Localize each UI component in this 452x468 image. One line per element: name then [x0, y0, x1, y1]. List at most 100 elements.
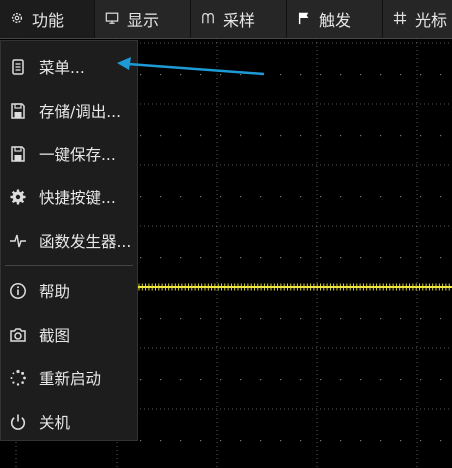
grid-dot: [180, 440, 182, 442]
grid-dot: [300, 379, 302, 381]
grid-dot: [220, 135, 222, 137]
grid-dot: [300, 440, 302, 442]
gear-icon: [10, 10, 24, 29]
grid-dot: [360, 440, 362, 442]
grid-dot: [260, 196, 262, 198]
grid-dot: [160, 379, 162, 381]
grid-dot: [280, 196, 282, 198]
grid-dot: [360, 135, 362, 137]
toolbar-sampling-button[interactable]: 采样: [191, 0, 287, 38]
grid-dot: [300, 196, 302, 198]
menu-item-label: 一键保存...: [39, 146, 116, 164]
waveform-icon: [9, 232, 27, 250]
toolbar-trigger-button[interactable]: 触发: [287, 0, 383, 38]
grid-dot: [260, 318, 262, 320]
grid-dot: [260, 257, 262, 259]
grid-dot: [160, 440, 162, 442]
camera-icon: [9, 326, 27, 344]
grid-dot: [380, 74, 382, 76]
cog-icon: [9, 188, 27, 206]
toolbar-cursor-button[interactable]: 光标: [383, 0, 452, 38]
grid-dot: [140, 379, 142, 381]
crosshair-grid-icon: [393, 10, 407, 29]
grid-dot: [440, 318, 442, 320]
grid-dot: [140, 440, 142, 442]
toolbar-cursor-label: 光标: [415, 11, 448, 30]
menu-item-save-load[interactable]: 存储/调出...: [1, 91, 137, 131]
grid-dot: [280, 379, 282, 381]
toolbar-function-button[interactable]: 功能: [0, 0, 95, 38]
grid-dot: [380, 257, 382, 259]
grid-dot: [180, 135, 182, 137]
grid-dot: [320, 135, 322, 137]
menu-item-restart[interactable]: 重新启动: [1, 358, 137, 398]
grid-dot: [420, 135, 422, 137]
grid-dot: [160, 74, 162, 76]
document-icon: [9, 58, 27, 76]
info-icon: [9, 282, 27, 300]
toolbar-sampling-label: 采样: [223, 11, 256, 30]
grid-dot: [360, 318, 362, 320]
menu-item-menu[interactable]: 菜单...: [1, 47, 137, 87]
grid-dot: [320, 318, 322, 320]
grid-dot: [200, 196, 202, 198]
menu-item-power-off[interactable]: 关机: [1, 402, 137, 442]
grid-dot: [260, 74, 262, 76]
menu-item-label: 关机: [39, 414, 71, 432]
grid-dot: [440, 379, 442, 381]
grid-dot: [180, 196, 182, 198]
grid-dot: [160, 196, 162, 198]
grid-dot: [320, 74, 322, 76]
grid-dot: [420, 196, 422, 198]
grid-dot: [280, 135, 282, 137]
grid-dot: [200, 74, 202, 76]
grid-dot: [280, 318, 282, 320]
menu-item-function-generator[interactable]: 函数发生器...: [1, 221, 137, 261]
grid-dot: [400, 196, 402, 198]
sampling-icon: [201, 10, 215, 29]
grid-dot: [400, 379, 402, 381]
grid-dot: [220, 196, 222, 198]
menu-separator: [5, 265, 133, 266]
toolbar-display-button[interactable]: 显示: [95, 0, 191, 38]
grid-dot: [160, 257, 162, 259]
grid-dot: [320, 257, 322, 259]
grid-dot: [380, 440, 382, 442]
menu-item-quick-save[interactable]: 一键保存...: [1, 134, 137, 174]
grid-dot: [160, 135, 162, 137]
save-load-icon: [9, 102, 27, 120]
grid-dot: [380, 318, 382, 320]
grid-dot: [140, 196, 142, 198]
menu-item-screenshot[interactable]: 截图: [1, 315, 137, 355]
menu-item-label: 重新启动: [39, 370, 102, 388]
grid-dot: [400, 318, 402, 320]
toolbar-display-label: 显示: [127, 11, 160, 30]
menu-item-shortcut-keys[interactable]: 快捷按键...: [1, 177, 137, 217]
toolbar-function-label: 功能: [32, 11, 65, 30]
grid-dot: [340, 257, 342, 259]
menu-item-help[interactable]: 帮助: [1, 271, 137, 311]
grid-dot: [360, 257, 362, 259]
grid-dot: [360, 379, 362, 381]
grid-dot: [260, 379, 262, 381]
grid-dot: [180, 379, 182, 381]
grid-dot: [400, 74, 402, 76]
grid-dot: [360, 196, 362, 198]
grid-dot: [180, 74, 182, 76]
grid-dot: [180, 318, 182, 320]
toolbar-trigger-label: 触发: [319, 11, 352, 30]
grid-dot: [340, 196, 342, 198]
grid-dot: [240, 257, 242, 259]
grid-dot: [380, 135, 382, 137]
grid-dot: [280, 440, 282, 442]
grid-dot: [160, 318, 162, 320]
grid-dot: [240, 74, 242, 76]
grid-dot: [440, 196, 442, 198]
grid-dot: [140, 135, 142, 137]
top-toolbar: 功能 显示 采样 触发 光标: [0, 0, 452, 38]
grid-dot: [340, 135, 342, 137]
grid-dot: [180, 257, 182, 259]
power-icon: [9, 413, 27, 431]
grid-dot: [420, 74, 422, 76]
grid-dot: [440, 440, 442, 442]
